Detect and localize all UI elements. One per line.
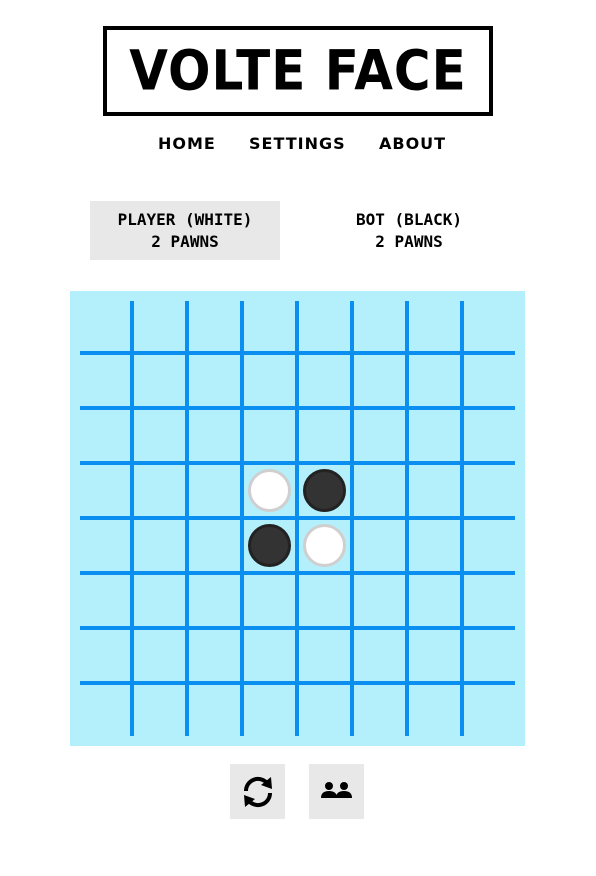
black-piece <box>248 524 291 567</box>
nav-home-link[interactable]: HOME <box>158 134 216 153</box>
two-player-mode-button[interactable] <box>309 764 364 819</box>
restart-button[interactable] <box>230 764 285 819</box>
title-box: VOLTE FACE <box>103 26 493 116</box>
nav-about-link[interactable]: ABOUT <box>379 134 446 153</box>
black-piece <box>303 469 346 512</box>
nav-settings-link[interactable]: SETTINGS <box>249 134 346 153</box>
bot-label: BOT (BLACK) <box>356 209 462 229</box>
page-title: VOLTE FACE <box>129 39 467 103</box>
player-label: PLAYER (WHITE) <box>117 209 253 229</box>
restart-arrows-icon <box>243 776 272 807</box>
player-card-white: PLAYER (WHITE) 2 PAWNS <box>90 201 280 260</box>
two-players-icon <box>320 781 352 798</box>
bot-pawn-count: 2 PAWNS <box>375 231 443 251</box>
main-nav: HOME SETTINGS ABOUT <box>0 134 596 156</box>
game-board[interactable] <box>70 291 525 746</box>
controls-bar <box>0 764 596 819</box>
white-piece <box>248 469 291 512</box>
player-card-bot: BOT (BLACK) 2 PAWNS <box>314 201 504 260</box>
board-canvas[interactable] <box>70 291 525 746</box>
player-pawn-count: 2 PAWNS <box>151 231 219 251</box>
white-piece <box>303 524 346 567</box>
